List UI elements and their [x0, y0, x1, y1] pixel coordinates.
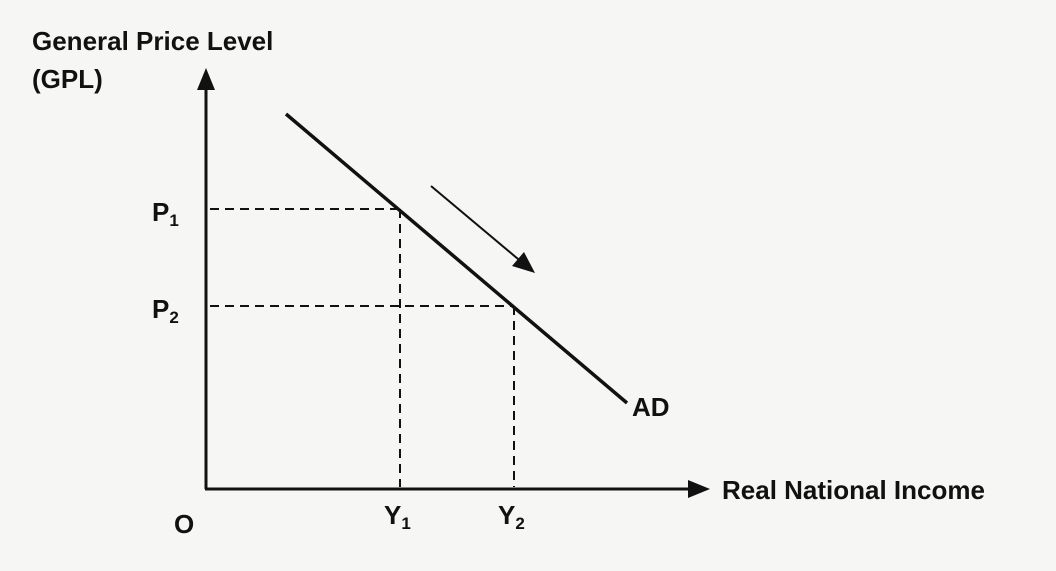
- y1-label: Y1: [384, 500, 411, 533]
- ad-diagram: General Price Level (GPL) Real National …: [32, 26, 985, 539]
- y2-label: Y2: [498, 500, 525, 533]
- origin-label: O: [174, 509, 194, 539]
- p2-label: P2: [152, 294, 179, 327]
- y-axis-label-line2: (GPL): [32, 64, 103, 94]
- ad-curve-label: AD: [632, 392, 670, 422]
- ad-curve: [284, 112, 629, 405]
- x-axis-arrowhead: [688, 480, 710, 498]
- movement-arrow: [430, 185, 525, 265]
- y-axis-arrowhead: [197, 68, 215, 90]
- movement-arrowhead: [512, 252, 535, 273]
- p1-label: P1: [152, 197, 179, 230]
- x-axis-label: Real National Income: [722, 475, 985, 505]
- diagram-canvas: General Price Level (GPL) Real National …: [0, 0, 1056, 566]
- y-axis-label-line1: General Price Level: [32, 26, 273, 56]
